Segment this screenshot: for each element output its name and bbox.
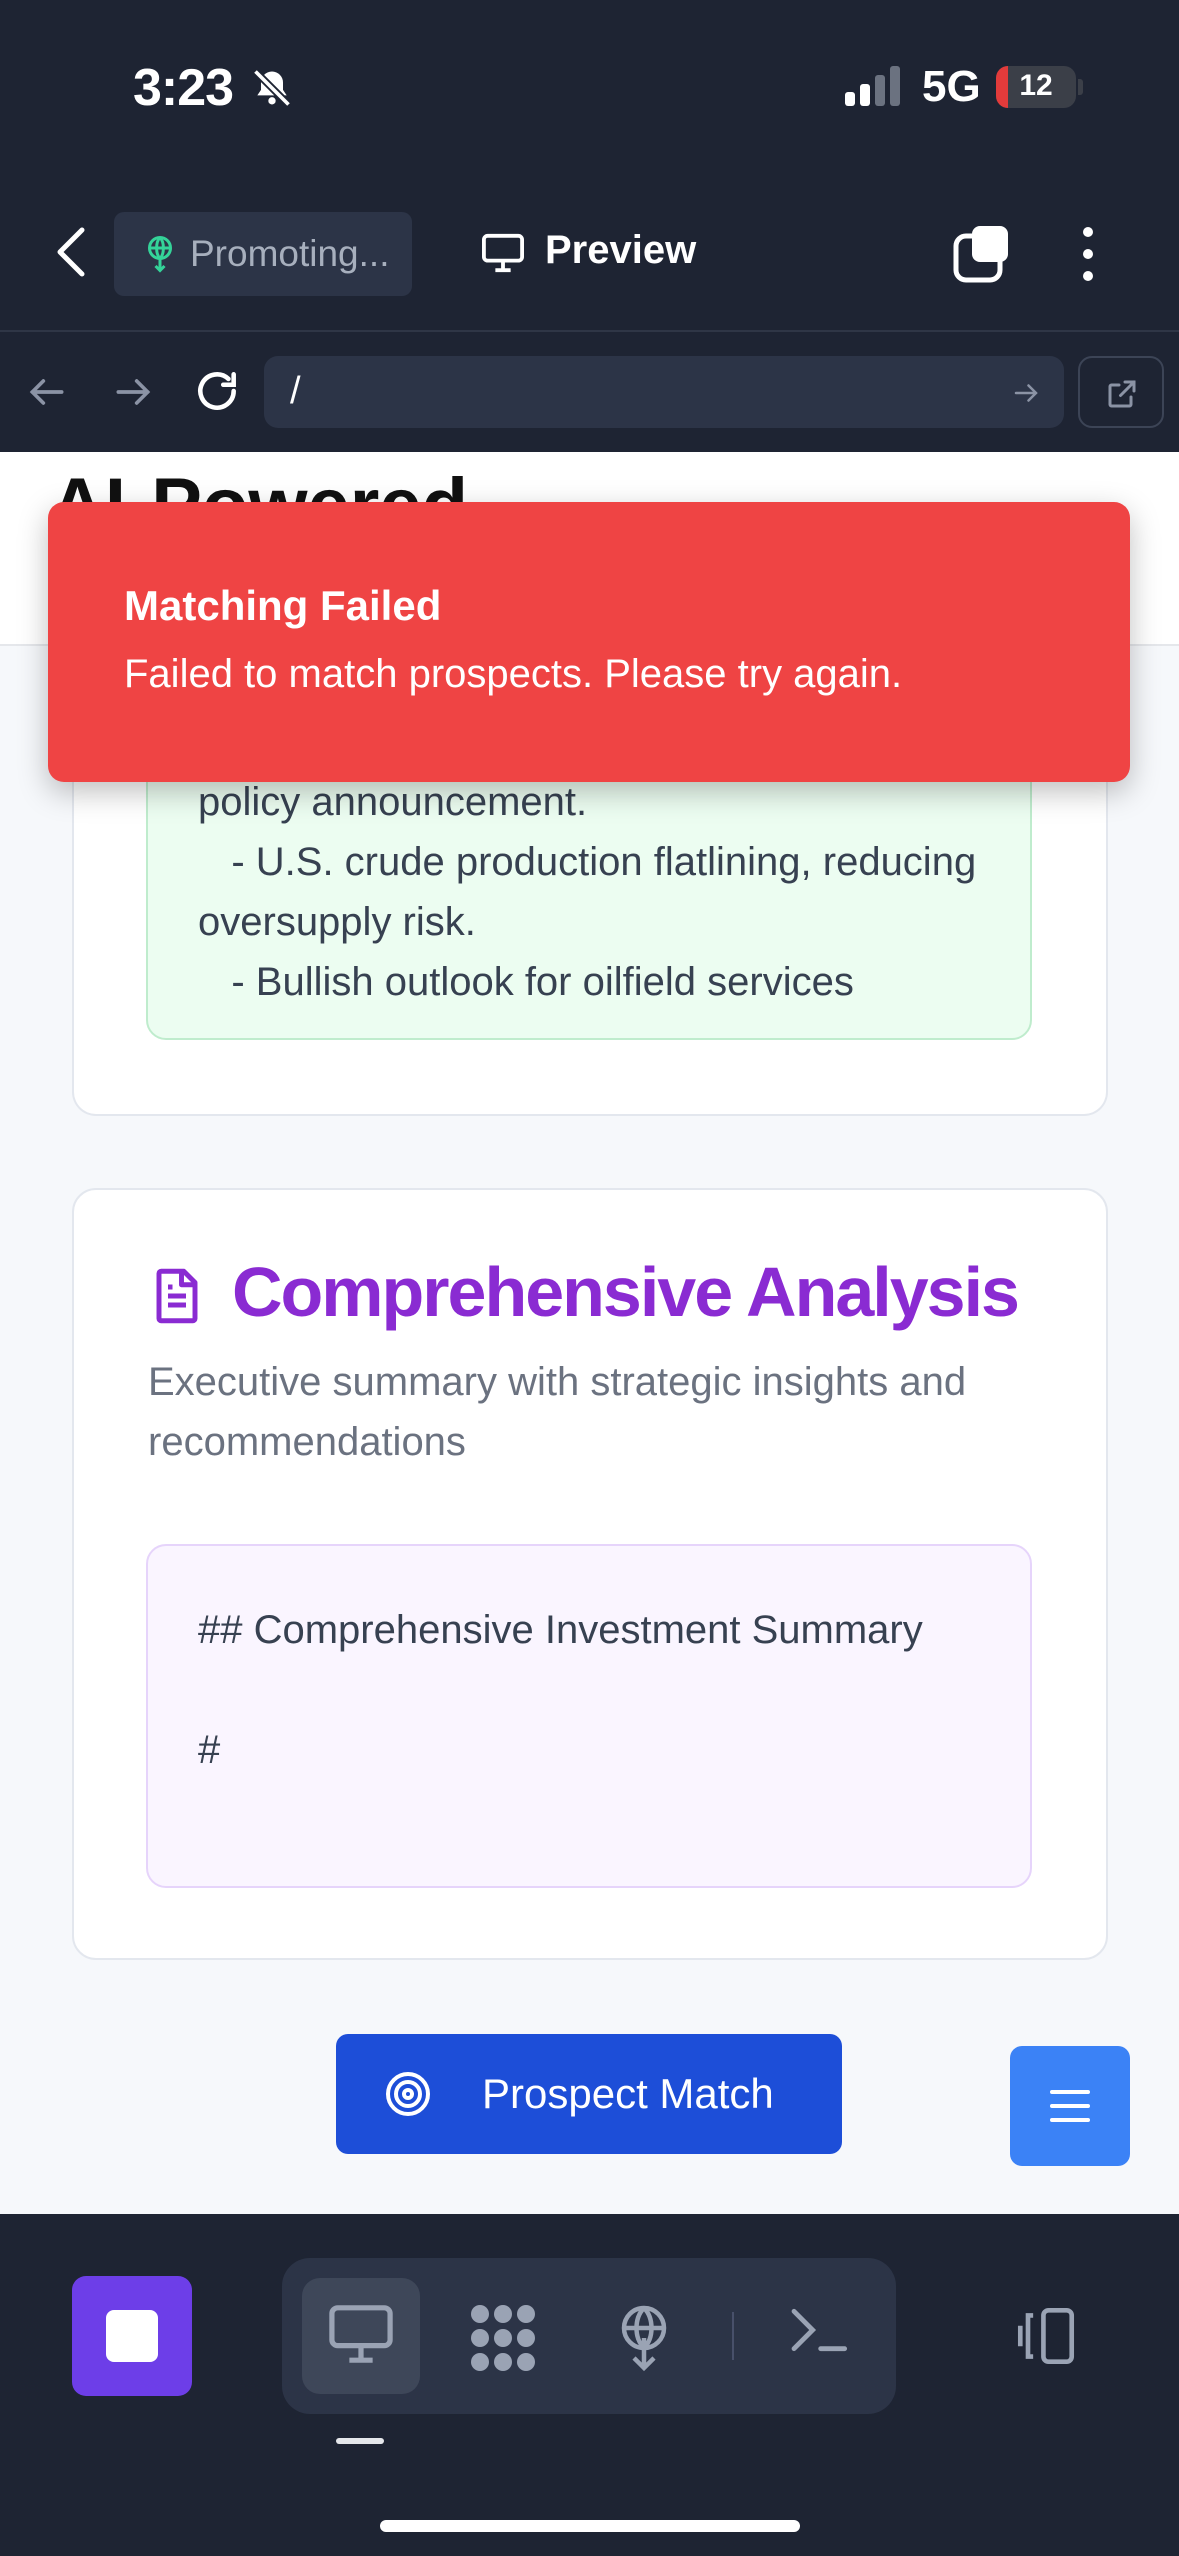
market-insights-text: policy announcement. - U.S. crude produc… (198, 780, 977, 1004)
back-chevron-icon[interactable] (52, 224, 102, 284)
monitor-icon (480, 232, 526, 279)
arrow-left-icon[interactable] (24, 370, 70, 419)
deploy-icon[interactable] (614, 2302, 674, 2379)
arrow-right-icon[interactable] (110, 370, 156, 419)
analysis-title: Comprehensive Analysis (232, 1253, 1020, 1331)
bell-off-icon (250, 66, 294, 115)
menu-button[interactable] (1010, 2046, 1130, 2166)
preview-tab[interactable]: Preview (545, 228, 696, 273)
kebab-icon[interactable] (1070, 222, 1106, 291)
toast-title: Matching Failed (124, 582, 442, 629)
error-toast[interactable]: Matching Failed Failed to match prospect… (48, 502, 1130, 782)
switcher-divider (732, 2312, 734, 2360)
go-arrow-icon[interactable] (1010, 378, 1042, 413)
active-view-indicator (336, 2438, 384, 2444)
battery-nub (1078, 79, 1083, 95)
tabs-icon[interactable] (950, 222, 1014, 291)
hamburger-icon (1050, 2090, 1090, 2122)
analysis-description: Executive summary with strategic insight… (148, 1360, 967, 1464)
globe-pin-icon (142, 234, 178, 279)
toast-message: Failed to match prospects. Please try ag… (124, 652, 903, 696)
battery-indicator: 12 (996, 66, 1076, 108)
stop-button[interactable] (72, 2276, 192, 2396)
external-link-icon (1108, 380, 1136, 408)
integrations-icon[interactable] (466, 2302, 540, 2379)
monitor-icon[interactable] (326, 2302, 396, 2371)
external-link-button[interactable] (1078, 356, 1164, 428)
signal-icon (845, 66, 905, 113)
network-label: 5G (922, 62, 981, 111)
reload-icon[interactable] (192, 366, 242, 421)
analysis-content: ## Comprehensive Investment Summary # (146, 1544, 1032, 1888)
terminal-icon[interactable] (786, 2302, 850, 2363)
analysis-text: ## Comprehensive Investment Summary # (198, 1608, 923, 1772)
status-time: 3:23 (133, 59, 234, 117)
home-indicator (380, 2520, 800, 2532)
project-name: Promoting... (190, 233, 390, 274)
prospect-match-button[interactable]: Prospect Match (336, 2034, 842, 2154)
project-selector[interactable]: Promoting... (114, 212, 412, 296)
target-icon (384, 2070, 432, 2123)
chrome-divider (0, 330, 1179, 332)
prospect-match-label: Prospect Match (482, 2070, 774, 2117)
stop-icon (106, 2310, 158, 2362)
url-bar[interactable]: / (264, 356, 1064, 428)
document-icon (150, 1266, 204, 1331)
url-text: / (290, 370, 301, 412)
layout-toggle-icon[interactable] (1010, 2304, 1082, 2373)
